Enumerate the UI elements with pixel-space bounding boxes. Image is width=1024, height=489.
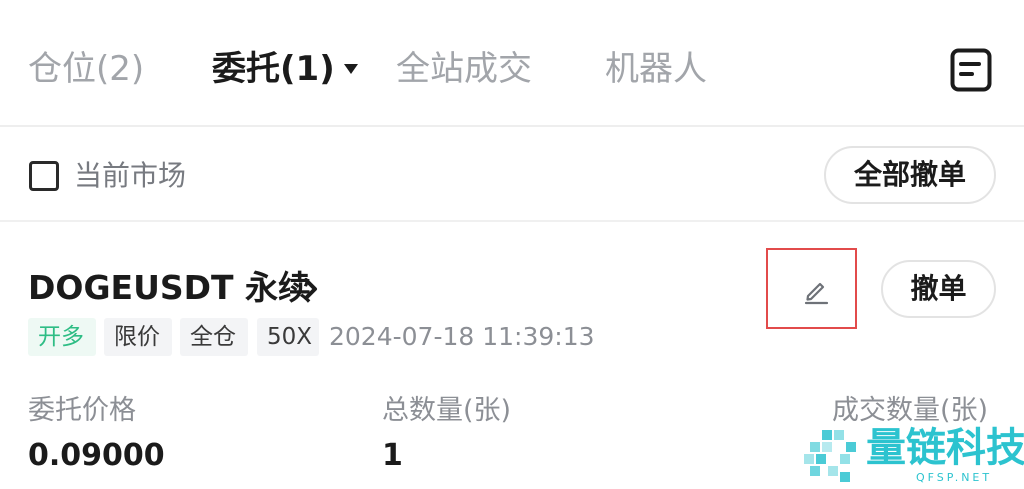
tag-leverage: 50X bbox=[257, 318, 319, 356]
tab-bots[interactable]: 机器人 bbox=[605, 45, 707, 93]
price-label: 委托价格 bbox=[28, 395, 136, 426]
document-list-icon[interactable] bbox=[950, 48, 992, 92]
watermark-subtext: QFSP.NET bbox=[916, 471, 993, 484]
chevron-right-icon[interactable] bbox=[300, 276, 322, 302]
caret-down-icon[interactable] bbox=[344, 64, 358, 74]
tag-order-type: 限价 bbox=[104, 318, 172, 356]
order-timestamp: 2024-07-18 11:39:13 bbox=[329, 322, 595, 351]
tag-open-long: 开多 bbox=[28, 318, 96, 356]
order-tabs: 仓位(2) 委托(1) 全站成交 机器人 bbox=[0, 0, 1024, 127]
watermark-text: 量链科技 bbox=[866, 425, 1024, 471]
pencil-edit-icon bbox=[804, 282, 829, 305]
total-qty-label: 总数量(张) bbox=[382, 395, 512, 426]
tag-margin-mode: 全仓 bbox=[180, 318, 248, 356]
cancel-all-button[interactable]: 全部撤单 bbox=[824, 146, 996, 204]
current-market-checkbox[interactable] bbox=[29, 161, 59, 191]
tab-all-trades[interactable]: 全站成交 bbox=[396, 45, 532, 93]
order-symbol[interactable]: DOGEUSDT 永续 bbox=[28, 266, 311, 310]
total-qty-value: 1 bbox=[382, 438, 403, 473]
current-market-label[interactable]: 当前市场 bbox=[74, 157, 186, 195]
tab-positions[interactable]: 仓位(2) bbox=[28, 45, 144, 93]
price-value: 0.09000 bbox=[28, 438, 165, 473]
cancel-order-button[interactable]: 撤单 bbox=[881, 260, 996, 318]
tab-orders[interactable]: 委托(1) bbox=[212, 45, 335, 93]
filter-row: 当前市场 全部撤单 bbox=[0, 127, 1024, 222]
watermark-logo-icon bbox=[804, 430, 856, 482]
